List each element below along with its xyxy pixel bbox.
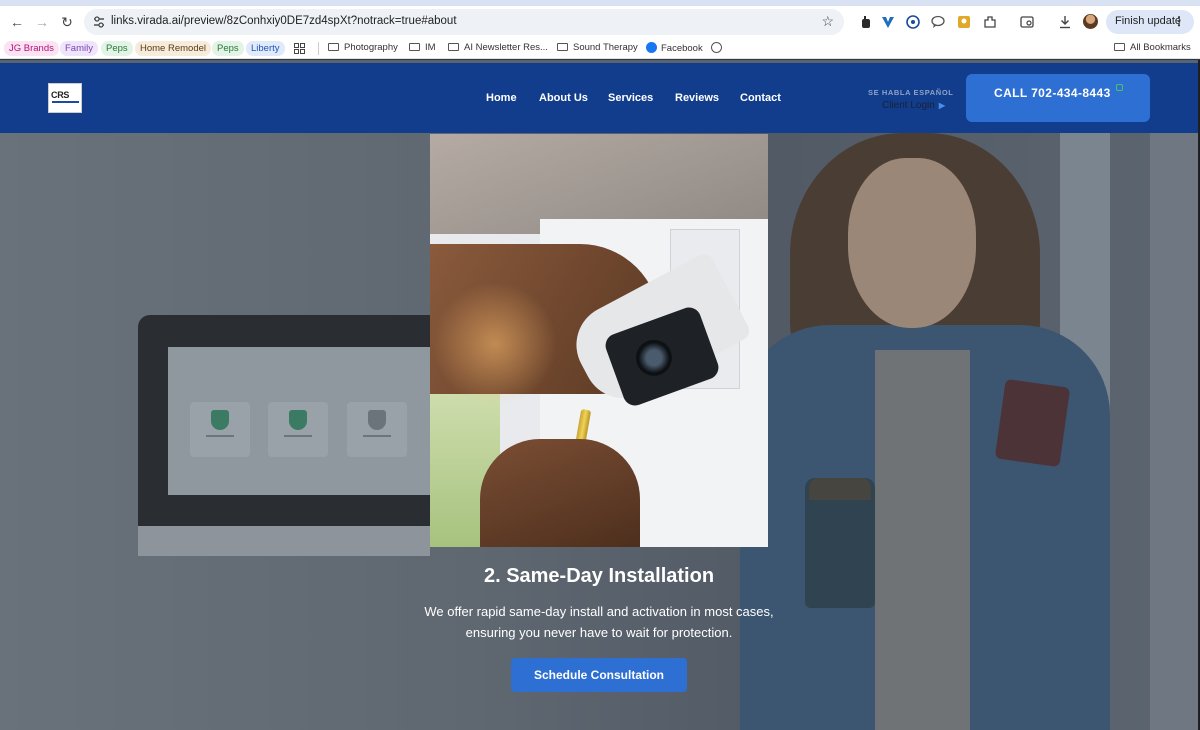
bookmark-chip-liberty[interactable]: Liberty	[246, 41, 285, 56]
shield-icon	[190, 402, 250, 457]
coffee-cup-lid	[809, 478, 871, 500]
download-icon[interactable]	[1058, 15, 1072, 29]
folder-icon	[409, 43, 420, 51]
shield-icon	[268, 402, 328, 457]
play-arrow-icon: ▶	[938, 101, 945, 110]
bookmark-facebook-label: Facebook	[661, 43, 703, 54]
extensions-icon[interactable]	[983, 15, 997, 29]
nav-contact[interactable]: Contact	[740, 92, 781, 104]
extension-chat-icon[interactable]	[931, 15, 945, 29]
reload-icon[interactable]: ↻	[59, 14, 75, 30]
folder-icon	[328, 43, 339, 51]
bookmark-chip-family[interactable]: Family	[60, 41, 98, 56]
alarm-panel-base	[138, 526, 430, 556]
bookmark-photography[interactable]: Photography	[328, 42, 398, 53]
website-viewport: CRS Home About Us Services Reviews Conta…	[0, 60, 1198, 730]
back-arrow-icon[interactable]: ←	[9, 14, 25, 30]
home-icon	[347, 402, 407, 457]
finish-update-label: Finish update	[1115, 15, 1182, 27]
browser-toolbar: ← → ↻ links.virada.ai/preview/8zConhxiy0…	[0, 6, 1200, 38]
woman-photo-shirt	[875, 350, 970, 730]
bookmark-ai-newsletter-label: AI Newsletter Res...	[464, 42, 548, 53]
folder-icon	[448, 43, 459, 51]
extension-v-icon[interactable]	[881, 15, 895, 29]
client-login-link[interactable]: Client Login ▶	[882, 100, 945, 111]
client-login-label: Client Login	[882, 100, 935, 111]
profile-avatar[interactable]	[1083, 14, 1098, 29]
woman-photo-face	[848, 158, 976, 328]
folder-icon	[1114, 43, 1125, 51]
nav-reviews[interactable]: Reviews	[675, 92, 719, 104]
bookmarks-bar: JG Brands Family Peps Home Remodel Peps …	[0, 38, 1200, 59]
call-button[interactable]: CALL 702-434-8443	[966, 74, 1150, 122]
phone-in-hand	[994, 378, 1071, 468]
bookmark-chip-peps-2[interactable]: Peps	[212, 41, 244, 56]
call-button-label: CALL 702-434-8443	[994, 86, 1111, 100]
address-bar[interactable]: links.virada.ai/preview/8zConhxiy0DE7zd4…	[84, 9, 844, 35]
bookmark-photography-label: Photography	[344, 42, 398, 53]
hero-title: 2. Same-Day Installation	[483, 565, 715, 587]
site-header: CRS Home About Us Services Reviews Conta…	[0, 63, 1198, 133]
url-text[interactable]: links.virada.ai/preview/8zConhxiy0DE7zd4…	[111, 15, 457, 27]
bookmark-im-label: IM	[425, 42, 436, 53]
nav-about-us[interactable]: About Us	[539, 92, 588, 104]
facebook-icon	[646, 42, 657, 53]
extension-globe-icon[interactable]	[906, 15, 920, 29]
all-bookmarks-label: All Bookmarks	[1130, 42, 1191, 53]
copy-icon	[1116, 84, 1123, 91]
light-glare	[430, 284, 560, 404]
bookmark-chip-jg-brands[interactable]: JG Brands	[4, 41, 59, 56]
finish-update-button[interactable]: Finish update ⋮	[1106, 10, 1194, 34]
crs-logo[interactable]: CRS	[48, 83, 82, 113]
bookmark-facebook[interactable]: Facebook	[646, 42, 703, 54]
hero-description: We offer rapid same-day install and acti…	[424, 604, 774, 640]
hand-holding-screwdriver	[480, 439, 640, 547]
globe-icon[interactable]	[711, 42, 722, 54]
bookmark-chip-peps[interactable]: Peps	[101, 41, 133, 56]
more-vert-icon[interactable]: ⋮	[1173, 14, 1185, 28]
tab-search-icon[interactable]	[1020, 15, 1034, 29]
folder-icon	[557, 43, 568, 51]
background-wall-edge	[1150, 133, 1198, 730]
bookmark-im[interactable]: IM	[409, 42, 436, 53]
site-info-icon[interactable]	[92, 15, 106, 29]
nav-home[interactable]: Home	[486, 92, 517, 104]
extension-hand-icon[interactable]	[859, 15, 873, 29]
all-bookmarks[interactable]: All Bookmarks	[1114, 42, 1191, 53]
bookmark-ai-newsletter[interactable]: AI Newsletter Res...	[448, 42, 548, 53]
apps-grid-icon[interactable]	[294, 43, 305, 54]
bookmark-sound-therapy[interactable]: Sound Therapy	[557, 42, 638, 53]
nav-services[interactable]: Services	[608, 92, 653, 104]
logo-text: CRS	[51, 90, 70, 100]
camera-installation-image	[430, 134, 768, 547]
bookmarks-divider	[318, 42, 319, 55]
schedule-consultation-button[interactable]: Schedule Consultation	[511, 658, 687, 692]
bookmark-chip-home-remodel[interactable]: Home Remodel	[135, 41, 211, 56]
extension-badge-icon[interactable]	[957, 15, 971, 29]
se-habla-espanol: SE HABLA ESPAÑOL	[868, 88, 954, 97]
logo-underline	[52, 101, 79, 103]
star-icon[interactable]: ☆	[821, 13, 834, 30]
forward-arrow-icon[interactable]: →	[34, 14, 50, 30]
bookmark-sound-therapy-label: Sound Therapy	[573, 42, 638, 53]
